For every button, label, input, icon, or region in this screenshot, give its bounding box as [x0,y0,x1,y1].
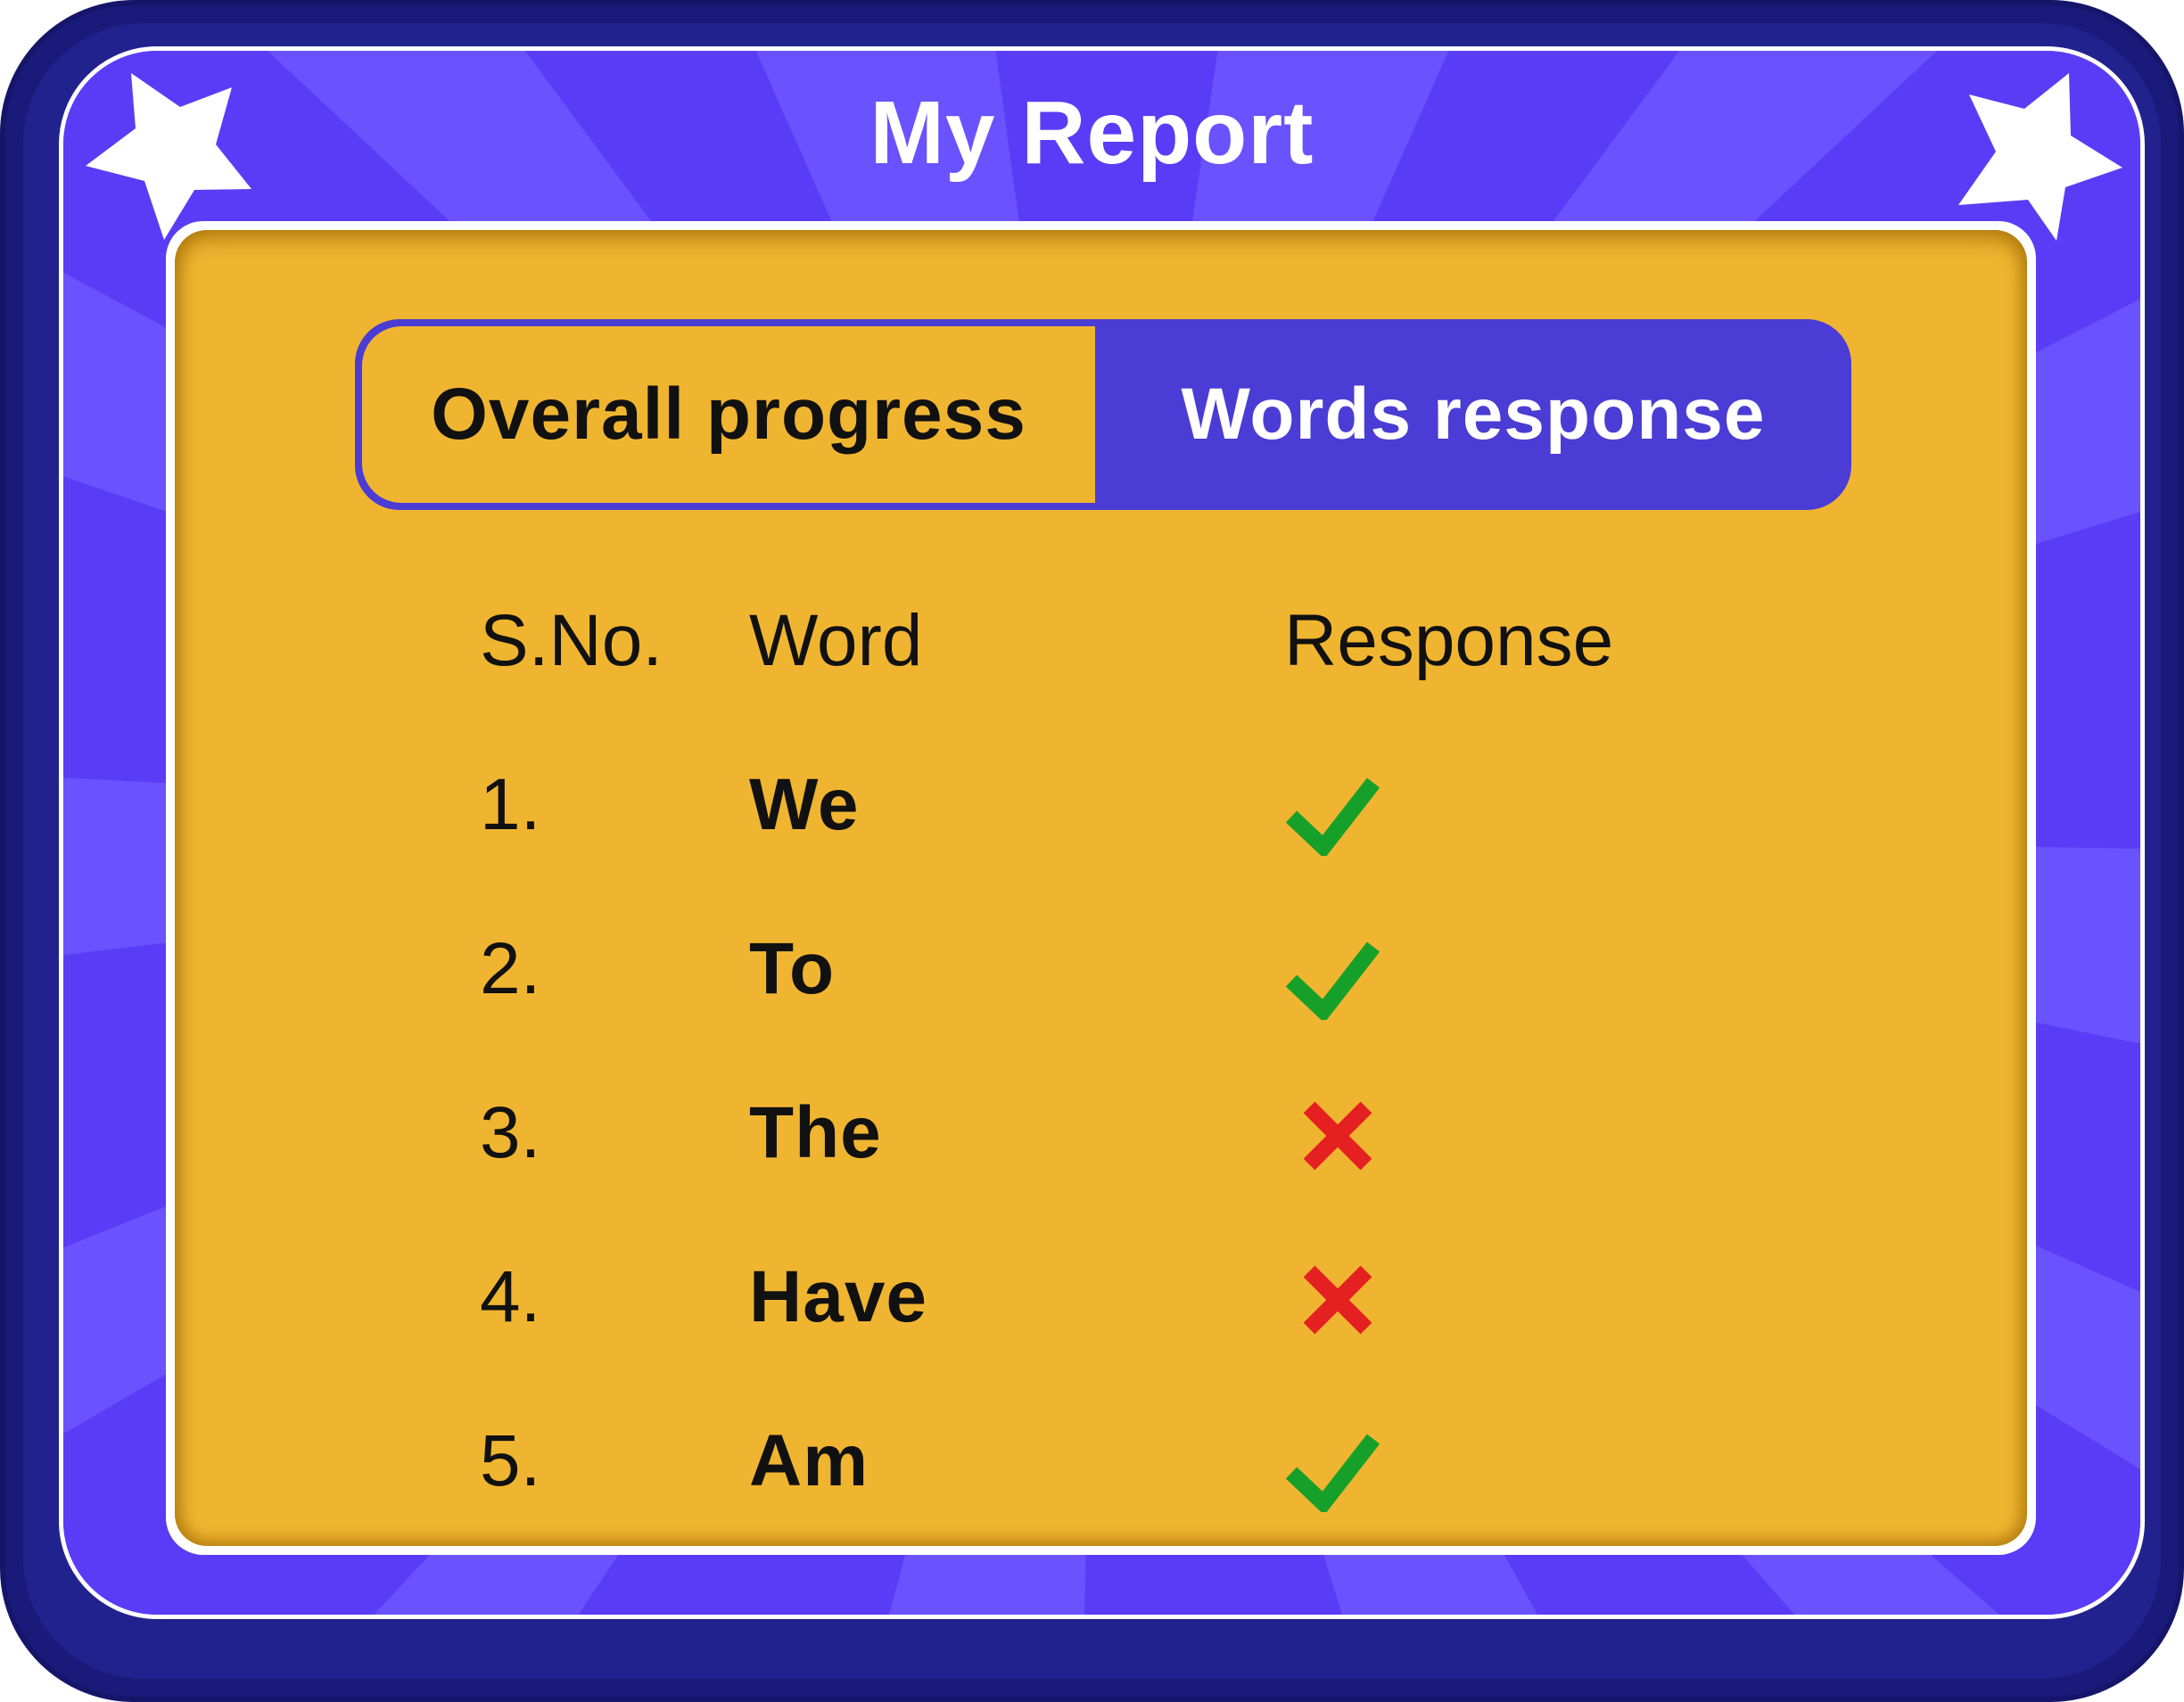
table-row: 4. Have [0,1255,2184,1389]
table-row: 3. The [0,1091,2184,1225]
tab-words-response[interactable]: Words response [1095,319,1851,510]
cross-icon [1303,1101,1372,1171]
check-icon [1285,1434,1380,1512]
tab-words-response-label: Words response [1181,374,1766,455]
check-icon [1285,777,1380,856]
check-icon [1285,941,1380,1020]
page-title: My Report [869,83,1315,183]
row-number: 1. [480,764,541,845]
table-row: 1. We [0,763,2184,897]
row-word: To [749,928,836,1009]
column-header-response: Response [1284,600,1614,681]
row-word: Have [749,1256,928,1337]
table-row: 5. Am [0,1419,2184,1553]
tab-overall-progress[interactable]: Overall progress [362,326,1095,503]
row-number: 3. [480,1092,541,1173]
row-word: The [749,1092,882,1173]
cross-icon [1303,1265,1372,1335]
tab-overall-progress-label: Overall progress [431,374,1026,455]
row-word: We [749,764,860,845]
tab-bar: Overall progress Words response [355,319,1851,510]
star-icon [1958,73,2122,241]
column-header-word: Word [749,600,923,681]
row-word: Am [749,1420,869,1501]
row-number: 4. [480,1256,541,1337]
row-number: 2. [480,928,541,1009]
column-header-sno: S.No. [480,600,663,681]
star-icon [86,73,251,240]
table-row: 2. To [0,927,2184,1061]
row-number: 5. [480,1420,541,1501]
